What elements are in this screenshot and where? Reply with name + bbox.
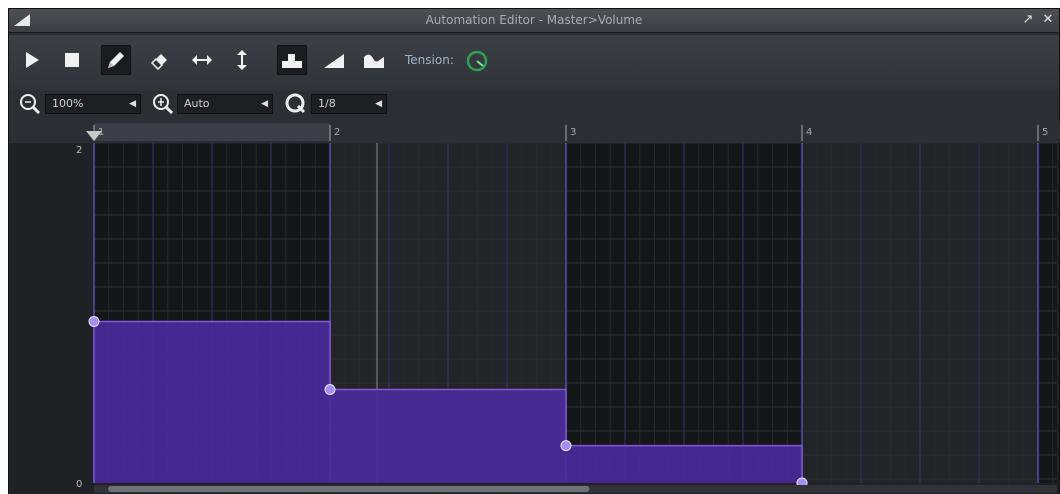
value-axis-max-label: 2 (76, 145, 82, 156)
flip-vertical-button[interactable] (227, 45, 257, 75)
automation-grid[interactable]: 1 2 3 4 520 (9, 121, 1060, 494)
automation-point[interactable] (324, 384, 336, 395)
restore-icon[interactable]: ↗ (1021, 12, 1035, 28)
flip-horizontal-button[interactable] (187, 45, 217, 75)
toolbar: Tension: (9, 35, 1059, 91)
automation-point[interactable] (88, 316, 100, 327)
flip-vertical-icon (237, 50, 247, 70)
stop-button[interactable] (57, 45, 87, 75)
linear-progression-icon (324, 54, 344, 68)
value-axis (9, 143, 94, 494)
close-icon[interactable]: ✕ (1041, 12, 1055, 28)
bar-label: 5 (1042, 127, 1048, 138)
bar-background (1038, 143, 1057, 483)
automation-segment (330, 389, 566, 483)
flip-horizontal-icon (192, 55, 212, 65)
automation-segment (94, 321, 330, 483)
value-axis-min-label: 0 (76, 479, 82, 490)
horizontal-zoom-combo[interactable]: 100% ◀ (45, 94, 141, 114)
vertical-zoom-combo[interactable]: Auto ◀ (177, 94, 273, 114)
bar-label: 2 (334, 127, 340, 138)
cubic-hermite-progression-icon (364, 54, 384, 68)
loop-region[interactable] (94, 123, 330, 141)
combo-arrow-icon: ◀ (129, 99, 136, 109)
pencil-icon (108, 52, 124, 68)
draw-mode-button[interactable] (101, 45, 131, 75)
automation-point[interactable] (560, 440, 572, 452)
combo-arrow-icon: ◀ (375, 99, 382, 109)
quantize-value: 1/8 (318, 97, 336, 110)
stop-icon (65, 53, 79, 67)
vertical-zoom-value: Auto (184, 97, 210, 110)
tension-label: Tension: (405, 53, 454, 67)
bar-label: 4 (806, 127, 812, 138)
tension-knob[interactable] (465, 49, 489, 73)
title-bar[interactable]: Automation Editor - Master>Volume ↗ ✕ (9, 9, 1059, 33)
scrollbar-thumb[interactable] (108, 486, 590, 492)
quantize-icon (285, 93, 306, 114)
play-button[interactable] (17, 45, 47, 75)
cubic-hermite-progression-button[interactable] (359, 45, 389, 75)
automation-editor-window: Automation Editor - Master>Volume ↗ ✕ Te… (8, 8, 1060, 494)
linear-progression-button[interactable] (319, 45, 349, 75)
bar-label: 3 (570, 127, 576, 138)
vertical-zoom-icon (153, 94, 174, 115)
eraser-icon (150, 54, 167, 70)
play-icon (26, 52, 39, 68)
quantize-combo[interactable]: 1/8 ◀ (311, 94, 387, 114)
window-title: Automation Editor - Master>Volume (425, 13, 643, 27)
discrete-progression-icon (282, 54, 302, 68)
automation-segment (566, 445, 802, 483)
automation-editor-area[interactable]: 1234520 (9, 121, 1060, 494)
horizontal-zoom-value: 100% (52, 97, 84, 110)
erase-mode-button[interactable] (145, 45, 175, 75)
combo-arrow-icon: ◀ (261, 99, 268, 109)
discrete-progression-button[interactable] (277, 45, 307, 75)
zoom-controls: 100% ◀ Auto ◀ 1/8 ◀ (9, 91, 1059, 119)
horizontal-zoom-icon (20, 94, 41, 115)
